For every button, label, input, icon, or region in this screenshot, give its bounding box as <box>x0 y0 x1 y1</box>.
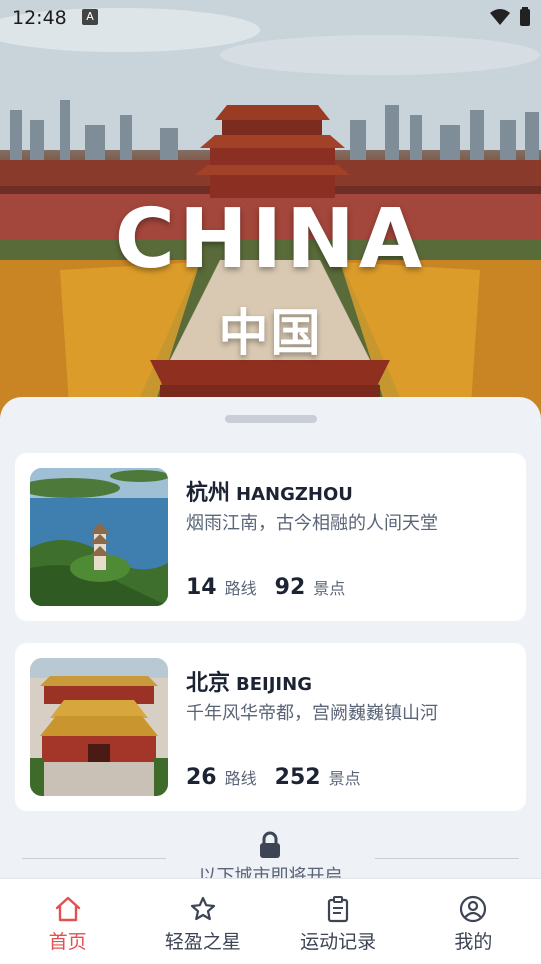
nav-item-star[interactable]: 轻盈之星 <box>135 879 270 964</box>
city-name-en: HANGZHOU <box>236 484 353 505</box>
wifi-icon <box>490 9 510 25</box>
user-icon <box>460 895 487 923</box>
nav-item-records[interactable]: 运动记录 <box>271 879 406 964</box>
city-stats: 14 路线 92 景点 <box>186 575 363 600</box>
city-thumbnail-beijing <box>30 658 168 796</box>
nav-item-home[interactable]: 首页 <box>0 879 135 964</box>
hero-banner: 12:48 A CHINA 中国 <box>0 0 541 420</box>
routes-unit: 路线 <box>224 769 257 788</box>
city-card-hangzhou[interactable]: 杭州 HANGZHOU 烟雨江南，古今相融的人间天堂 14 路线 92 景点 <box>15 453 526 621</box>
status-bar: 12:48 A <box>0 0 541 36</box>
nav-label: 我的 <box>454 931 493 953</box>
city-tagline: 烟雨江南，古今相融的人间天堂 <box>186 513 438 534</box>
drag-handle[interactable] <box>225 415 317 423</box>
routes-count: 26 <box>186 765 217 790</box>
hero-title: CHINA <box>114 192 427 287</box>
city-card-beijing[interactable]: 北京 BEIJING 千年风华帝都，宫阙巍巍镇山河 26 路线 252 景点 <box>15 643 526 811</box>
city-stats: 26 路线 252 景点 <box>186 765 379 790</box>
city-name-en: BEIJING <box>236 674 312 695</box>
city-name-cn: 北京 <box>186 671 231 696</box>
routes-count: 14 <box>186 575 217 600</box>
spots-count: 92 <box>274 575 306 600</box>
bottom-nav: 首页 轻盈之星 运动记录 我的 <box>0 878 541 964</box>
divider-line <box>22 858 166 859</box>
spots-unit: 景点 <box>328 769 361 788</box>
spots-unit: 景点 <box>313 579 346 598</box>
lock-icon <box>260 831 280 858</box>
star-icon <box>190 896 215 921</box>
city-thumbnail-hangzhou <box>30 468 168 606</box>
city-name-cn: 杭州 <box>186 481 231 506</box>
nav-item-profile[interactable]: 我的 <box>406 879 541 964</box>
clipboard-icon <box>328 896 349 923</box>
city-tagline: 千年风华帝都，宫阙巍巍镇山河 <box>186 703 438 724</box>
spots-count: 252 <box>274 765 321 790</box>
routes-unit: 路线 <box>224 579 257 598</box>
hero-subtitle: 中国 <box>218 304 323 362</box>
divider-line <box>375 858 519 859</box>
nav-label: 轻盈之星 <box>164 931 241 953</box>
status-time: 12:48 <box>12 7 67 29</box>
home-icon <box>55 896 80 922</box>
accessibility-indicator-icon: A <box>82 9 98 25</box>
battery-icon <box>520 7 530 26</box>
nav-label: 运动记录 <box>300 931 377 953</box>
nav-label: 首页 <box>48 931 87 953</box>
